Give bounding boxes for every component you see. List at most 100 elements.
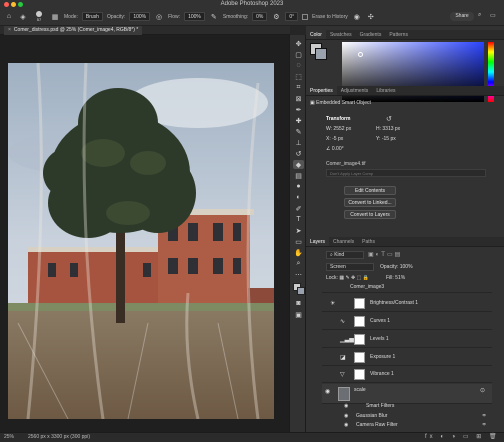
zoom-level[interactable]: 25% <box>4 433 14 442</box>
tab-swatches[interactable]: Swatches <box>326 30 356 39</box>
quick-mask-icon[interactable]: ◙ <box>293 299 304 308</box>
layer-panel-footer-icons[interactable]: fx ◐ ◑ ▭ ⊞ 🗑 <box>425 433 500 442</box>
blend-mode-select[interactable]: Screen <box>326 263 374 271</box>
pressure-size-icon[interactable]: ◉ <box>352 12 362 22</box>
angle-field[interactable]: ∠ 0.00° <box>326 146 344 152</box>
minimize-window-icon[interactable] <box>11 1 16 7</box>
convert-to-linked-button[interactable]: Convert to Linked... <box>344 198 396 207</box>
crop-tool-icon[interactable]: ⌗ <box>293 83 304 92</box>
document-canvas[interactable] <box>8 63 274 419</box>
smart-filters-row[interactable]: ◉ Smart Filters <box>322 402 492 411</box>
smart-filter-options-icon[interactable]: ⊙ <box>480 387 485 394</box>
reset-transform-icon[interactable]: ↺ <box>386 115 392 123</box>
layer-row[interactable]: ☀ Brightness/Contrast 1 <box>322 296 492 312</box>
eyedropper-tool-icon[interactable]: ✒ <box>293 105 304 114</box>
tab-paths[interactable]: Paths <box>358 237 379 246</box>
layer-row[interactable]: ◪ Exposure 1 <box>322 350 492 366</box>
eraser-tool-preset-icon[interactable]: ◈ <box>18 12 28 22</box>
filter-eye-icon[interactable]: ◉ <box>344 413 351 420</box>
tab-properties[interactable]: Properties <box>306 86 337 95</box>
filter-eye-icon[interactable]: ◉ <box>344 422 351 429</box>
object-select-tool-icon[interactable]: ⬚ <box>293 72 304 81</box>
layer-row-selected[interactable]: ◉ scale ⊙ <box>322 384 492 404</box>
close-tab-icon[interactable]: × <box>8 27 11 33</box>
blur-tool-icon[interactable]: ● <box>293 182 304 191</box>
frame-tool-icon[interactable]: ⊠ <box>293 94 304 103</box>
tab-adjustments[interactable]: Adjustments <box>337 86 373 95</box>
more-tools-icon[interactable]: ⋯ <box>293 270 304 279</box>
zoom-tool-icon[interactable]: ⌕ <box>293 259 304 268</box>
zoom-window-icon[interactable] <box>18 1 23 7</box>
move-tool-icon[interactable]: ✥ <box>293 39 304 48</box>
document-tab[interactable]: × Comer_distress.psd @ 25% (Comer_image4,… <box>4 26 143 35</box>
layer-fill[interactable]: Fill: 51% <box>386 275 405 281</box>
smart-filters-eye-icon[interactable]: ◉ <box>344 403 351 410</box>
layer-mask-thumbnail[interactable] <box>354 334 365 345</box>
close-window-icon[interactable] <box>4 1 9 7</box>
tab-color[interactable]: Color <box>306 30 326 39</box>
airbrush-icon[interactable]: ✎ <box>209 12 219 22</box>
clone-stamp-tool-icon[interactable]: ⊥ <box>293 138 304 147</box>
rectangle-tool-icon[interactable]: ▭ <box>293 237 304 246</box>
lock-options[interactable]: Lock: ▦ ✎ ✥ ⬚ 🔒 <box>326 275 369 281</box>
edit-contents-button[interactable]: Edit Contents <box>344 186 396 195</box>
filter-blend-options-icon[interactable]: ≑ <box>482 413 486 419</box>
tab-channels[interactable]: Channels <box>329 237 358 246</box>
height-field[interactable]: H: 3313 px <box>376 126 400 132</box>
width-field[interactable]: W: 2552 px <box>326 126 351 132</box>
symmetry-icon[interactable]: ✣ <box>366 12 376 22</box>
layer-filter-icons[interactable]: ▣◐T▭▤ <box>368 251 402 258</box>
type-tool-icon[interactable]: T <box>293 215 304 224</box>
artboard-tool-icon[interactable]: ▢ <box>293 50 304 59</box>
filter-row[interactable]: ◉ Gaussian Blur ≑ <box>322 412 492 421</box>
layer-row[interactable]: ▁▃▅ Levels 1 <box>322 332 492 348</box>
history-brush-tool-icon[interactable]: ↺ <box>293 149 304 158</box>
filter-row[interactable]: ◉ Camera Raw Filter ≑ <box>322 421 492 430</box>
color-bg-swatch[interactable] <box>315 48 327 60</box>
layer-opacity[interactable]: Opacity: 100% <box>380 264 413 270</box>
layer-filter-select[interactable]: ⌕ Kind <box>326 251 364 259</box>
brush-settings-icon[interactable]: ▦ <box>50 12 60 22</box>
layer-mask-thumbnail[interactable] <box>354 298 365 309</box>
smoothing-field[interactable]: 0% <box>252 12 268 21</box>
home-icon[interactable]: ⌂ <box>4 12 14 22</box>
pressure-opacity-icon[interactable]: ◎ <box>154 12 164 22</box>
dodge-tool-icon[interactable]: ◐ <box>293 193 304 202</box>
convert-to-layers-button[interactable]: Convert to Layers <box>344 210 396 219</box>
tab-patterns[interactable]: Patterns <box>385 30 412 39</box>
flow-field[interactable]: 100% <box>184 12 205 21</box>
share-button[interactable]: Share <box>450 12 474 21</box>
eraser-tool-icon[interactable]: ◆ <box>293 160 304 169</box>
canvas-area[interactable] <box>0 35 289 432</box>
layer-mask-thumbnail[interactable] <box>354 316 365 327</box>
lasso-tool-icon[interactable]: ◌ <box>293 61 304 70</box>
layer-mask-thumbnail[interactable] <box>354 369 365 380</box>
brush-angle-field[interactable]: 0° <box>285 12 299 21</box>
workspace-icon[interactable]: ▭ <box>490 12 499 21</box>
x-field[interactable]: X: -5 px <box>326 136 343 142</box>
opacity-field[interactable]: 100% <box>129 12 151 21</box>
tab-libraries[interactable]: Libraries <box>372 86 399 95</box>
layer-row[interactable]: ∿ Curves 1 <box>322 314 492 330</box>
background-color-swatch[interactable] <box>297 287 305 295</box>
smoothing-settings-icon[interactable]: ⚙ <box>271 12 281 22</box>
color-picker-cursor[interactable] <box>358 52 363 57</box>
layer-comp-select[interactable]: Don't Apply Layer Comp <box>326 169 486 177</box>
healing-brush-tool-icon[interactable]: ✚ <box>293 116 304 125</box>
screen-mode-icon[interactable]: ▣ <box>293 310 304 319</box>
y-field[interactable]: Y: -15 px <box>376 136 396 142</box>
gradient-tool-icon[interactable]: ▤ <box>293 171 304 180</box>
hand-tool-icon[interactable]: ✋ <box>293 248 304 257</box>
brush-tool-icon[interactable]: ✎ <box>293 127 304 136</box>
mode-select[interactable]: Brush <box>81 12 103 21</box>
layer-row[interactable]: Comer_image3 <box>322 283 492 293</box>
tab-gradients[interactable]: Gradients <box>356 30 386 39</box>
filter-blend-options-icon[interactable]: ≑ <box>482 422 486 428</box>
layer-row[interactable]: ▽ Vibrance 1 <box>322 367 492 383</box>
erase-history-checkbox[interactable] <box>302 13 309 20</box>
pen-tool-icon[interactable]: ✐ <box>293 204 304 213</box>
path-select-tool-icon[interactable]: ➤ <box>293 226 304 235</box>
search-icon[interactable]: ⌕ <box>478 12 486 21</box>
tab-layers[interactable]: Layers <box>306 237 330 246</box>
layer-thumbnail[interactable] <box>338 387 350 401</box>
